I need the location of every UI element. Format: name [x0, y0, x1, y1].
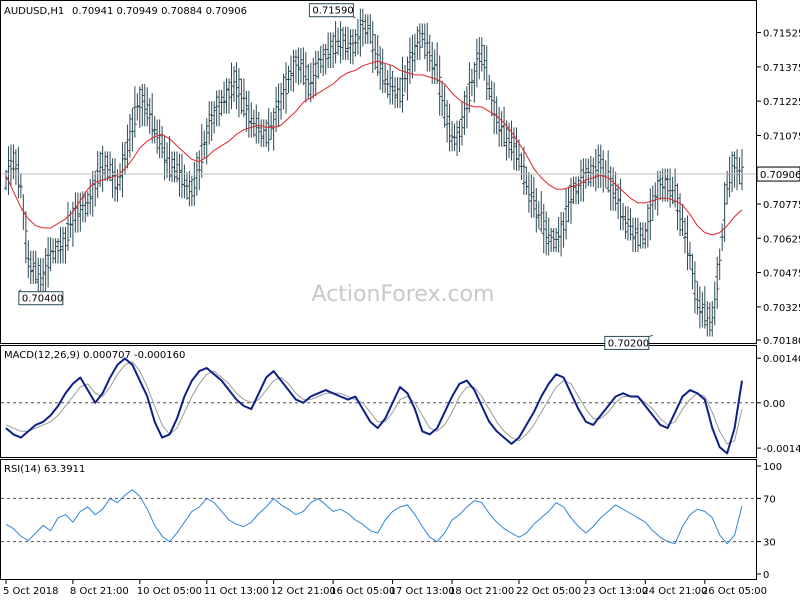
annotation-label: 0.71590 — [312, 6, 353, 17]
price-y-tick-label: 0.71225 — [763, 97, 800, 108]
x-tick-label: 16 Oct 05:00 — [330, 586, 395, 597]
x-tick-label: 24 Oct 21:00 — [642, 586, 707, 597]
price-y-tick-label: 0.71375 — [763, 63, 800, 74]
annotation-label: 0.70200 — [608, 338, 649, 349]
x-tick-label: 18 Oct 21:00 — [449, 586, 514, 597]
price-y-tick-label: 0.70180 — [763, 336, 800, 347]
macd-y-tick-label: -0.001432 — [763, 444, 800, 455]
rsi-y-tick-label: 30 — [763, 538, 776, 549]
watermark: ActionForex.com — [312, 282, 495, 307]
x-tick-label: 8 Oct 21:00 — [70, 586, 129, 597]
x-tick-label: 23 Oct 13:00 — [583, 586, 648, 597]
price-y-tick-label: 0.70325 — [763, 303, 800, 314]
macd-y-tick-label: 0.001408 — [763, 354, 800, 365]
rsi-title: RSI(14) 63.3911 — [4, 464, 85, 475]
x-tick-label: 10 Oct 05:00 — [137, 586, 202, 597]
chart-canvas: ActionForex.com 0.71525 0.71375 0.71225 0.7… — [0, 0, 800, 597]
price-y-tick-label: 0.70625 — [763, 234, 800, 245]
price-title-values: 0.70941 0.70949 0.70884 0.70906 — [72, 6, 247, 17]
x-tick-label: 11 Oct 13:00 — [204, 586, 269, 597]
macd-y-tick-label: 0.00 — [763, 399, 785, 410]
price-annotation: 0.70400 — [18, 289, 64, 306]
x-tick-label: 12 Oct 21:00 — [271, 586, 336, 597]
price-annotation: 0.70200 — [604, 334, 653, 350]
price-y-tick-label: 0.71525 — [763, 29, 800, 40]
x-tick-label: 26 Oct 05:00 — [702, 586, 767, 597]
price-title: AUDUSD,H1 — [4, 6, 64, 17]
price-y-tick-label: 0.70775 — [763, 200, 800, 211]
macd-title: MACD(12,26,9) 0.000707 -0.000160 — [4, 350, 185, 361]
price-y-tick-label: 0.71075 — [763, 131, 800, 142]
price-annotation: 0.71590 — [308, 3, 356, 19]
x-tick-label: 17 Oct 13:00 — [390, 586, 455, 597]
rsi-y-tick-label: 70 — [763, 494, 776, 505]
x-tick-label: 22 Oct 05:00 — [516, 586, 581, 597]
last-price-label: 0.70906 — [760, 170, 800, 181]
axis-layer: 5 Oct 2018 8 Oct 21:00 10 Oct 05:00 11 Oct … — [3, 580, 767, 597]
annotation-label: 0.70400 — [22, 294, 63, 305]
rsi-y-tick-label: 0 — [763, 570, 769, 581]
x-tick-label: 5 Oct 2018 — [3, 586, 58, 597]
price-y-tick-label: 0.70475 — [763, 269, 800, 280]
rsi-panel — [0, 459, 757, 580]
rsi-y-tick-label: 100 — [763, 462, 782, 473]
